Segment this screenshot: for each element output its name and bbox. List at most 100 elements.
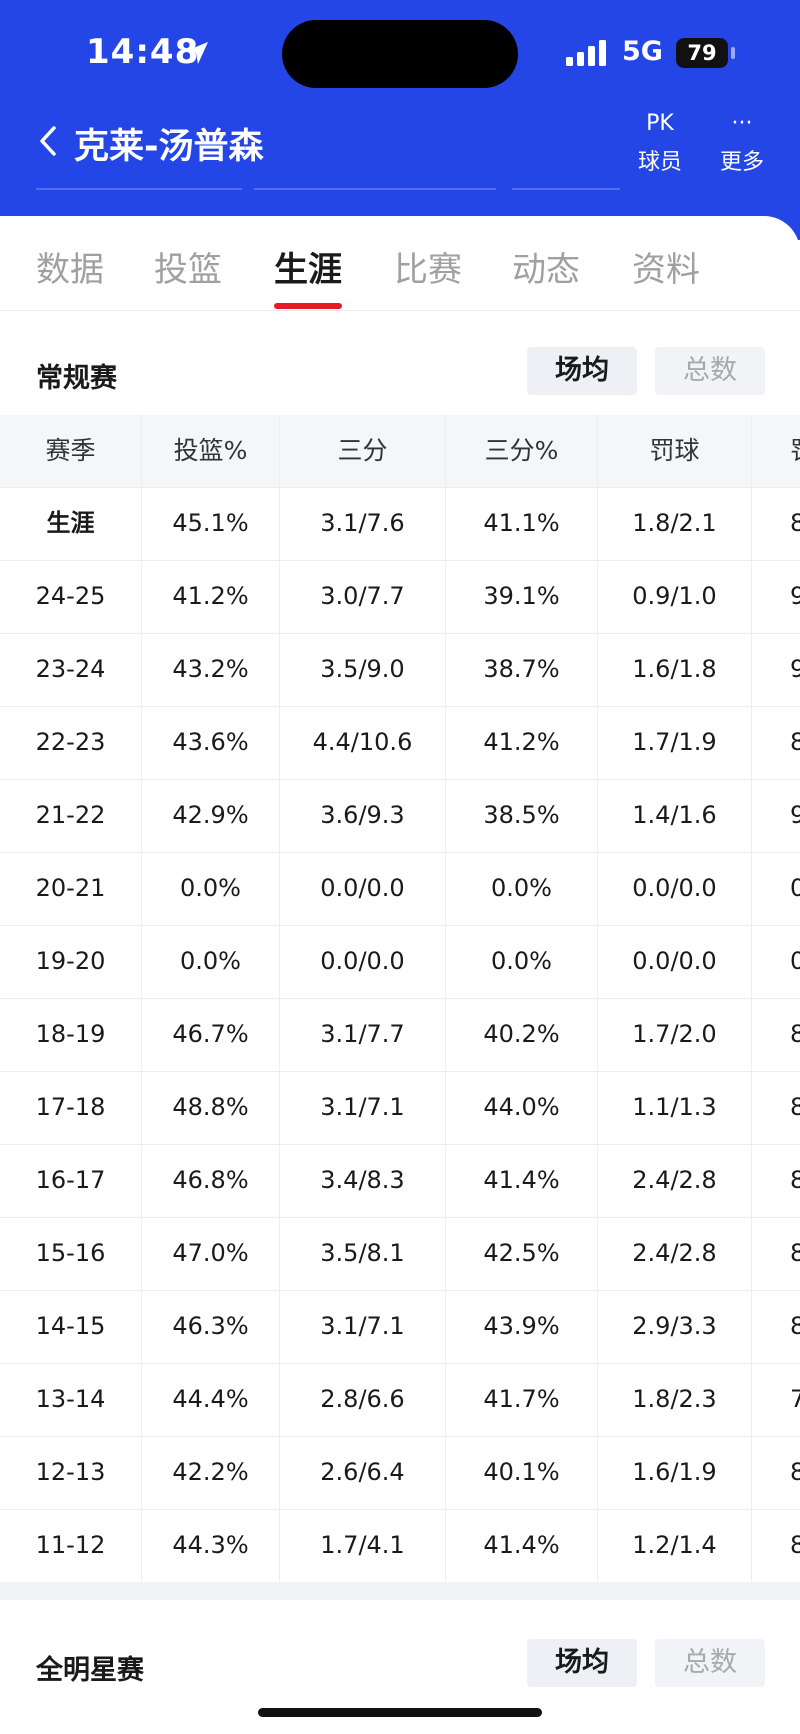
stat-cell: 3.1/7.1 [280,1290,446,1363]
stat-cell: 0.0/0.0 [280,852,446,925]
stat-cell: 8 [752,1290,800,1363]
stat-cell: 42.2% [142,1436,280,1509]
column-header: 罚 [752,415,800,487]
stat-cell: 41.2% [446,706,598,779]
stat-cell: 0.9/1.0 [598,560,752,633]
all-star-totals-toggle[interactable]: 总数 [655,1639,765,1687]
stat-cell: 0.0% [142,925,280,998]
more-dots-icon: ··· [731,111,753,136]
table-row: 20-21 0.0% 0.0/0.0 0.0% 0.0/0.0 0 [0,852,800,926]
header-divider [512,188,620,190]
stat-cell: 46.8% [142,1144,280,1217]
stat-cell: 1.8/2.3 [598,1363,752,1436]
more-label: 更多 [719,150,764,175]
season-cell: 21-22 [0,779,142,852]
stat-cell: 3.1/7.6 [280,487,446,560]
column-header: 三分 [280,415,446,487]
stat-cell: 41.4% [446,1509,598,1582]
stat-cell: 0.0/0.0 [280,925,446,998]
season-cell: 16-17 [0,1144,142,1217]
stat-cell: 7 [752,1363,800,1436]
per-game-toggle[interactable]: 场均 [527,347,637,395]
battery-tip [731,47,735,59]
content-sheet: 数据 投篮 生涯 比赛 动态 资料 常规赛 场均 总数 赛季 投篮% 三分 三分% 罚球… [0,216,800,1734]
pk-icon: PK [646,111,674,136]
tab-stats[interactable]: 数据 [36,242,104,291]
stat-cell: 40.2% [446,998,598,1071]
column-header: 投篮% [142,415,280,487]
player-pk-button[interactable]: PK 球员 [625,106,695,176]
table-header-row: 赛季投篮%三分三分%罚球罚 [0,415,800,488]
network-type: 5G [622,36,663,67]
stat-cell: 41.4% [446,1144,598,1217]
tab-news[interactable]: 动态 [512,242,580,291]
stat-cell: 47.0% [142,1217,280,1290]
home-indicator[interactable] [258,1708,542,1717]
more-button[interactable]: ··· 更多 [707,106,777,176]
stat-cell: 1.6/1.9 [598,1436,752,1509]
stat-cell: 3.5/9.0 [280,633,446,706]
stat-cell: 46.3% [142,1290,280,1363]
stat-cell: 0.0% [142,852,280,925]
stat-cell: 3.6/9.3 [280,779,446,852]
table-row: 19-20 0.0% 0.0/0.0 0.0% 0.0/0.0 0 [0,925,800,999]
stat-cell: 39.1% [446,560,598,633]
stat-cell: 0.0/0.0 [598,852,752,925]
all-star-per-game-toggle[interactable]: 场均 [527,1639,637,1687]
season-cell: 22-23 [0,706,142,779]
stat-cell: 8 [752,487,800,560]
stat-cell: 3.1/7.7 [280,998,446,1071]
stat-cell: 1.1/1.3 [598,1071,752,1144]
stat-cell: 42.5% [446,1217,598,1290]
stat-cell: 41.2% [142,560,280,633]
tab-career[interactable]: 生涯 [274,242,342,291]
active-tab-indicator [274,303,342,309]
table-row: 24-25 41.2% 3.0/7.7 39.1% 0.9/1.0 9 [0,560,800,634]
stat-cell: 8 [752,1071,800,1144]
stat-cell: 8 [752,1144,800,1217]
table-row: 14-15 46.3% 3.1/7.1 43.9% 2.9/3.3 8 [0,1290,800,1364]
stat-cell: 46.7% [142,998,280,1071]
regular-season-title: 常规赛 [36,363,117,394]
stat-cell: 2.4/2.8 [598,1217,752,1290]
stat-cell: 2.4/2.8 [598,1144,752,1217]
regular-season-table: 赛季投篮%三分三分%罚球罚生涯45.1%3.1/7.641.1%1.8/2.18… [0,415,800,1659]
stat-cell: 3.0/7.7 [280,560,446,633]
season-cell: 24-25 [0,560,142,633]
stat-cell: 8 [752,1509,800,1582]
season-cell: 14-15 [0,1290,142,1363]
all-star-title: 全明星赛 [36,1655,144,1686]
back-chevron-icon[interactable] [36,124,60,162]
season-cell: 11-12 [0,1509,142,1582]
season-cell: 12-13 [0,1436,142,1509]
status-bar: 14:48 5G 79 [0,0,800,105]
stat-cell: 3.1/7.1 [280,1071,446,1144]
totals-toggle[interactable]: 总数 [655,347,765,395]
table-row: 16-17 46.8% 3.4/8.3 41.4% 2.4/2.8 8 [0,1144,800,1218]
stat-cell: 4.4/10.6 [280,706,446,779]
stat-cell: 44.0% [446,1071,598,1144]
header-divider [36,188,242,190]
cellular-signal-icon [566,40,610,70]
table-row: 11-12 44.3% 1.7/4.1 41.4% 1.2/1.4 8 [0,1509,800,1583]
stat-cell: 2.8/6.6 [280,1363,446,1436]
stat-cell: 2.9/3.3 [598,1290,752,1363]
stat-cell: 8 [752,706,800,779]
table-row: 18-19 46.7% 3.1/7.7 40.2% 1.7/2.0 8 [0,998,800,1072]
tab-games[interactable]: 比赛 [394,242,462,291]
tab-profile[interactable]: 资料 [632,242,700,291]
column-header: 赛季 [0,415,142,487]
stat-cell: 9 [752,633,800,706]
header-divider [254,188,496,190]
player-name-title: 克莱-汤普森 [74,127,264,167]
player-header: 14:48 5G 79 克莱-汤普森 PK 球员 ··· 更多 [0,0,800,240]
stat-cell: 42.9% [142,779,280,852]
status-time: 14:48 [86,32,200,72]
stat-cell: 1.2/1.4 [598,1509,752,1582]
section-divider [0,1582,800,1600]
stat-cell: 8 [752,1436,800,1509]
tab-shooting[interactable]: 投篮 [154,242,222,291]
stat-cell: 40.1% [446,1436,598,1509]
season-cell: 17-18 [0,1071,142,1144]
stat-cell: 48.8% [142,1071,280,1144]
